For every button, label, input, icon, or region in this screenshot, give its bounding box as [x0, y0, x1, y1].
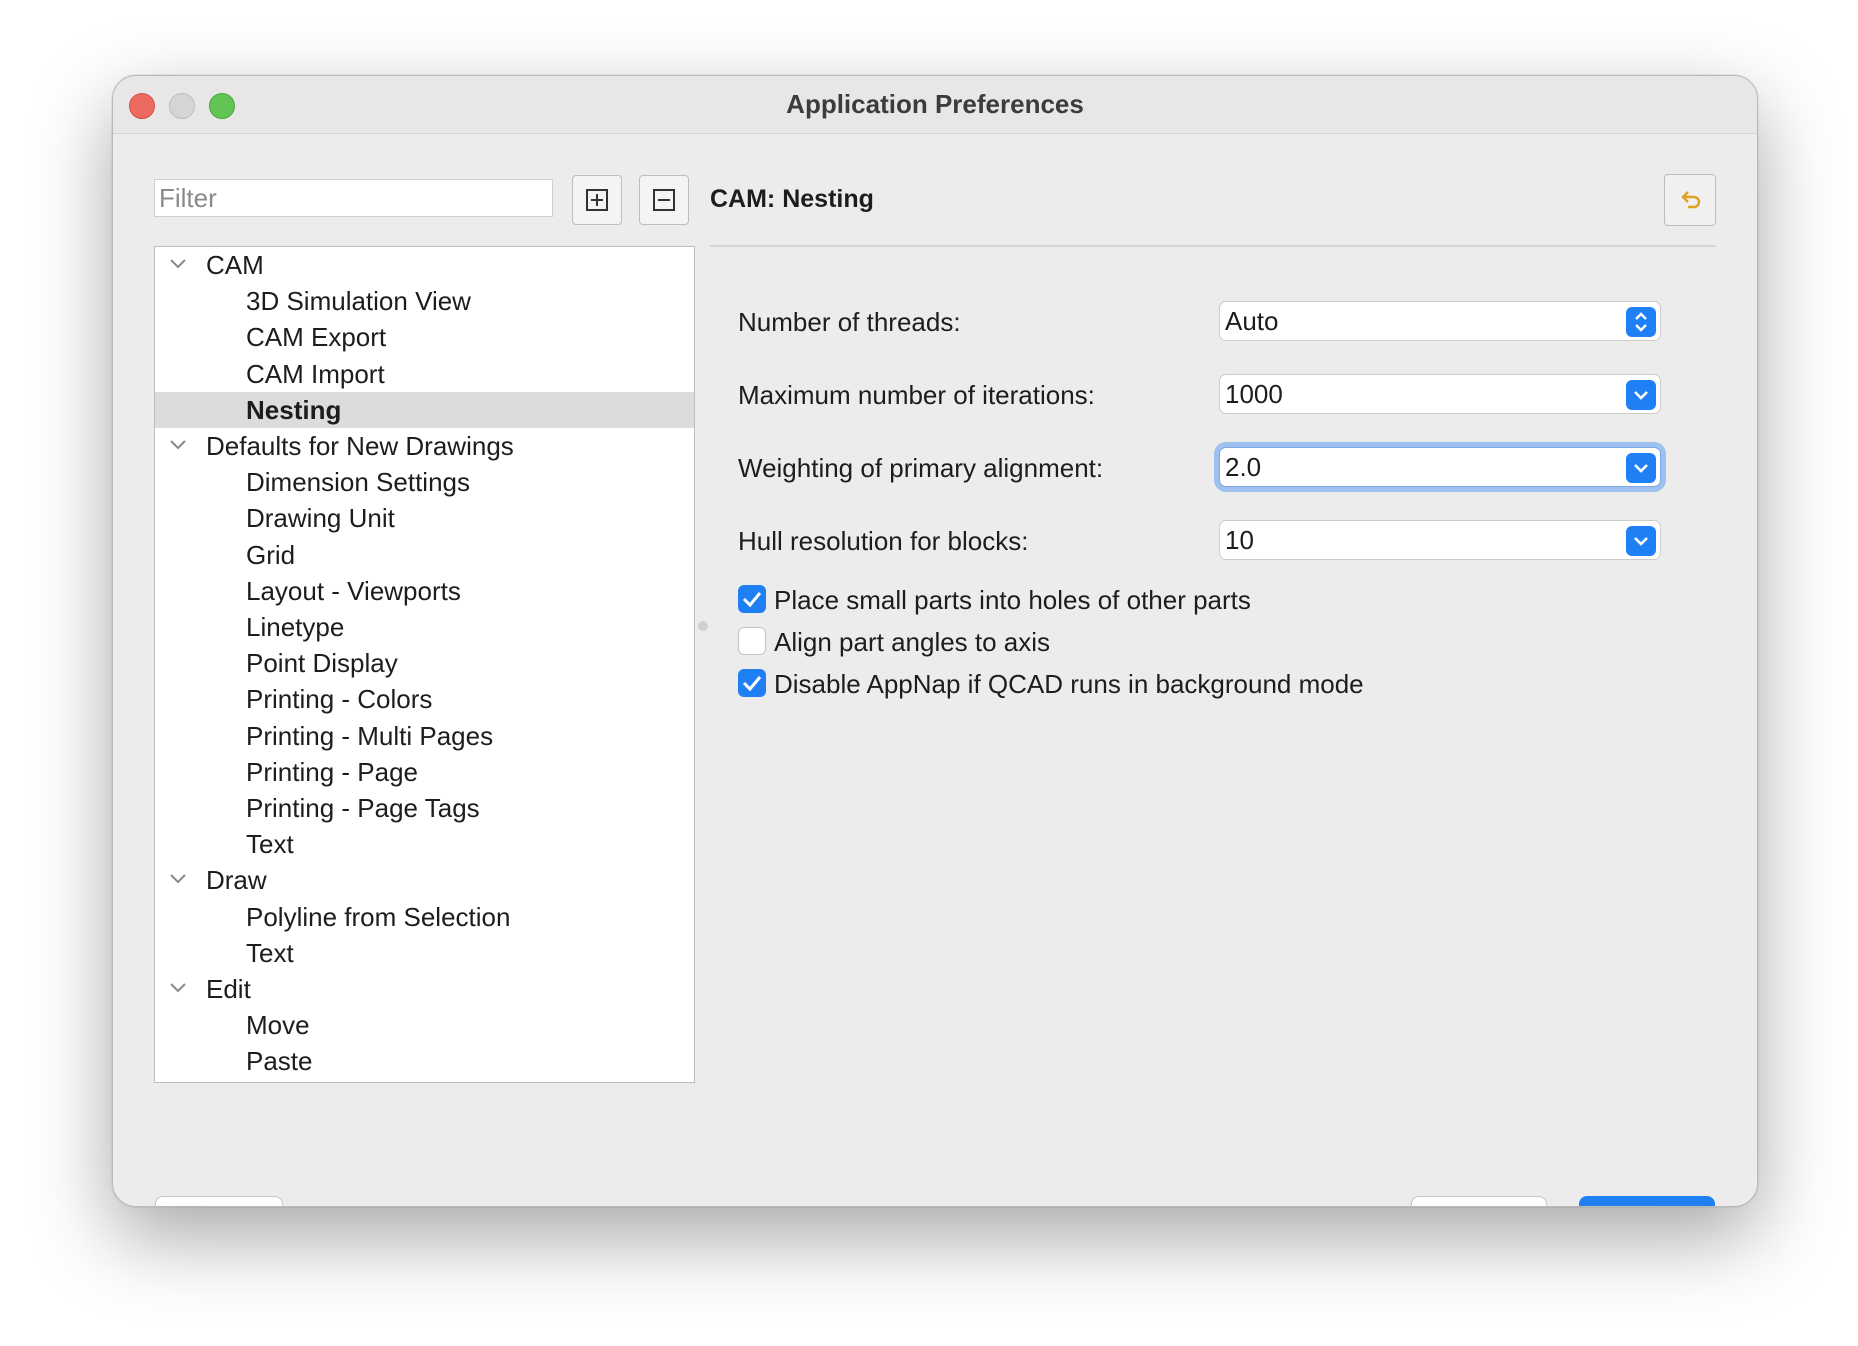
tree-item-printing-page-tags[interactable]: Printing - Page Tags: [155, 790, 694, 826]
tree-item-label: Move: [246, 1010, 310, 1041]
tree-item-label: Edit: [206, 974, 251, 1004]
tree-item-cam[interactable]: CAM: [155, 247, 694, 283]
tree-item-label: Point Display: [246, 648, 398, 679]
tree-item-dimension-settings[interactable]: Dimension Settings: [155, 464, 694, 500]
chevron-down-icon[interactable]: [169, 438, 187, 452]
iterations-label: Maximum number of iterations:: [738, 380, 1095, 410]
tree-item-polyline-from-selection[interactable]: Polyline from Selection: [155, 899, 694, 935]
threads-value: Auto: [1225, 306, 1279, 336]
apply-button[interactable]: Apply: [155, 1196, 283, 1206]
chevron-down-icon[interactable]: [1626, 380, 1656, 410]
expand-all-icon: [586, 189, 608, 211]
tree-item-grid[interactable]: Grid: [155, 537, 694, 573]
tree-item-label: Printing - Page Tags: [246, 793, 480, 823]
popup-arrows-icon: [1626, 307, 1656, 337]
threads-popup[interactable]: Auto: [1219, 301, 1661, 341]
tree-item-move[interactable]: Move: [155, 1007, 694, 1043]
tree-item-cam-import[interactable]: CAM Import: [155, 356, 694, 392]
tree-item-text[interactable]: Text: [155, 935, 694, 971]
preferences-tree[interactable]: CAM 3D Simulation View CAM Export CAM Impor…: [154, 246, 695, 1083]
tree-item-label: Printing - Colors: [246, 684, 433, 715]
tree-item-label: Polyline from Selection: [246, 901, 511, 932]
tree-item-label: CAM Export: [246, 322, 387, 353]
tree-item-label: CAM: [206, 250, 264, 280]
weighting-label: Weighting of primary alignment:: [738, 453, 1104, 483]
chevron-down-icon[interactable]: [1626, 526, 1656, 556]
title-bar: Application Preferences: [113, 76, 1757, 134]
tree-item-point-display[interactable]: Point Display: [155, 645, 694, 681]
checkbox-label: Align part angles to axis: [774, 627, 1051, 657]
tree-item-printing-colors[interactable]: Printing - Colors: [155, 681, 694, 717]
tree-item-label: Paste: [246, 1046, 313, 1077]
tree-item-defaults-for-new-drawings[interactable]: Defaults for New Drawings: [155, 428, 694, 464]
filter-input[interactable]: Filter: [154, 179, 553, 217]
checkbox-label: Place small parts into holes of other pa…: [774, 585, 1251, 615]
tree-item-label: Printing - Multi Pages: [246, 720, 494, 751]
tree-item-label: Layout - Viewports: [246, 575, 461, 606]
expand-all-button[interactable]: [572, 175, 622, 225]
checkbox-checked-icon[interactable]: [738, 585, 766, 613]
weighting-combo[interactable]: 2.0: [1219, 447, 1661, 487]
tree-item-3d-simulation-view[interactable]: 3D Simulation View: [155, 283, 694, 319]
chevron-down-icon[interactable]: [169, 257, 187, 271]
iterations-combo[interactable]: 1000: [1219, 374, 1661, 414]
tree-item-label: Defaults for New Drawings: [206, 431, 514, 461]
collapse-all-icon: [653, 189, 675, 211]
tree-item-edit[interactable]: Edit: [155, 971, 694, 1007]
checkbox-unchecked-icon[interactable]: [738, 627, 766, 655]
iterations-value: 1000: [1225, 379, 1283, 409]
tree-item-label: Nesting: [246, 394, 342, 425]
preferences-window: Application Preferences Filter CAM 3D Sim…: [112, 75, 1758, 1207]
tree-item-nesting[interactable]: Nesting: [155, 391, 694, 428]
tree-item-label: CAM Import: [246, 358, 385, 389]
hull-resolution-label: Hull resolution for blocks:: [738, 526, 1029, 556]
page-title: CAM: Nesting: [710, 185, 874, 213]
chevron-down-icon[interactable]: [169, 872, 187, 886]
hull-resolution-value: 10: [1225, 525, 1254, 555]
reset-icon: [1681, 191, 1701, 209]
tree-item-label: Printing - Page: [246, 756, 418, 787]
chevron-down-icon[interactable]: [169, 981, 187, 995]
ok-button[interactable]: OK: [1579, 1196, 1715, 1206]
tree-item-draw[interactable]: Draw: [155, 862, 694, 898]
tree-item-label: Drawing Unit: [246, 503, 395, 534]
tree-item-label: Text: [246, 937, 294, 968]
reset-button[interactable]: [1664, 174, 1716, 226]
tree-item-printing-multi-pages[interactable]: Printing - Multi Pages: [155, 718, 694, 754]
threads-label: Number of threads:: [738, 307, 961, 337]
cancel-button[interactable]: Cancel: [1411, 1196, 1547, 1206]
tree-item-linetype[interactable]: Linetype: [155, 609, 694, 645]
chevron-down-icon[interactable]: [1626, 453, 1656, 483]
tree-item-cam-export[interactable]: CAM Export: [155, 319, 694, 355]
tree-item-printing-page[interactable]: Printing - Page: [155, 754, 694, 790]
checkbox-checked-icon[interactable]: [738, 669, 766, 697]
tree-item-drawing-unit[interactable]: Drawing Unit: [155, 500, 694, 536]
tree-item-label: 3D Simulation View: [246, 286, 471, 317]
window-title: Application Preferences: [786, 89, 1084, 119]
checkbox-label: Disable AppNap if QCAD runs in backgroun…: [774, 669, 1364, 699]
tree-item-label: Text: [246, 829, 294, 860]
tree-item-label: Linetype: [246, 612, 345, 642]
hull-resolution-combo[interactable]: 10: [1219, 520, 1661, 560]
collapse-all-button[interactable]: [639, 175, 689, 225]
weighting-value: 2.0: [1225, 452, 1262, 482]
splitter-handle[interactable]: [698, 621, 708, 631]
header-separator: [710, 245, 1716, 247]
tree-item-label: Dimension Settings: [246, 467, 470, 498]
tree-item-label: Grid: [246, 539, 296, 570]
tree-item-paste[interactable]: Paste: [155, 1043, 694, 1079]
tree-item-text[interactable]: Text: [155, 826, 694, 862]
tree-item-layout-viewports[interactable]: Layout - Viewports: [155, 573, 694, 609]
tree-item-label: Draw: [206, 865, 267, 896]
